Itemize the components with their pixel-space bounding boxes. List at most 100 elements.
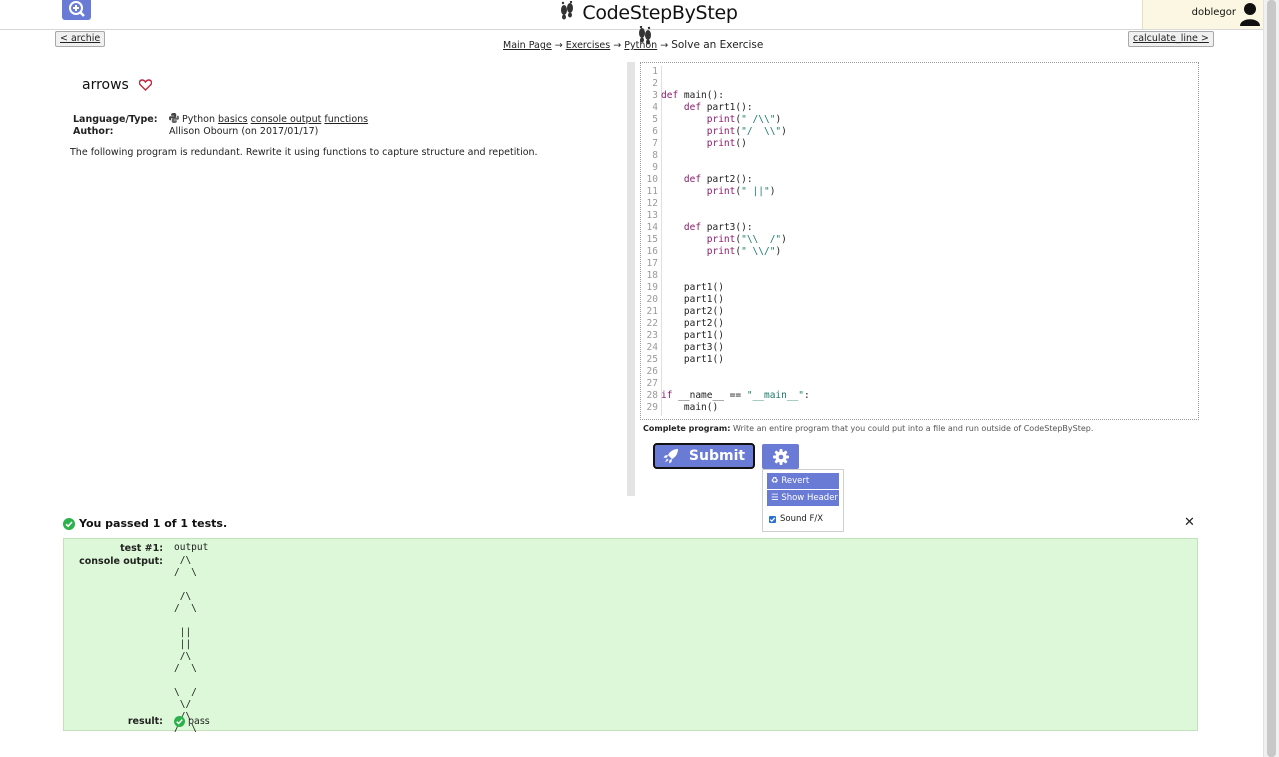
- settings-button[interactable]: [762, 444, 799, 469]
- submit-button[interactable]: Submit: [653, 443, 755, 469]
- footprints-icon: [559, 0, 575, 26]
- code-text[interactable]: part1(): [661, 354, 724, 365]
- code-line[interactable]: 24 part3(): [641, 342, 1198, 354]
- line-number: 1: [652, 66, 658, 77]
- breadcrumb-main-page[interactable]: Main Page: [503, 40, 552, 51]
- code-line[interactable]: 21 part2(): [641, 306, 1198, 318]
- page-scrollbar[interactable]: [1263, 0, 1279, 757]
- breadcrumb-exercises[interactable]: Exercises: [566, 40, 610, 51]
- code-line[interactable]: 6 print("/ \\"): [641, 126, 1198, 138]
- code-line[interactable]: 12: [641, 198, 1198, 210]
- code-text[interactable]: print("\\ /"): [661, 234, 787, 245]
- next-problem-link[interactable]: calculate_line >: [1128, 31, 1214, 47]
- code-line[interactable]: 19 part1(): [641, 282, 1198, 294]
- tag-console-output[interactable]: console output: [251, 114, 322, 125]
- code-text[interactable]: part1(): [661, 282, 724, 293]
- code-line[interactable]: 28 if __name__ == "__main__":: [641, 390, 1198, 402]
- code-text[interactable]: print(" ||"): [661, 186, 776, 197]
- code-text[interactable]: part2(): [661, 306, 724, 317]
- result-summary-text: You passed 1 of 1 tests.: [79, 517, 228, 530]
- rocket-icon: [663, 449, 678, 464]
- code-text[interactable]: print("/ \\"): [661, 126, 787, 137]
- code-line[interactable]: 11 print(" ||"): [641, 186, 1198, 198]
- breadcrumb-current: Solve an Exercise: [671, 39, 764, 51]
- sound-fx-toggle[interactable]: Sound F/X: [769, 514, 823, 524]
- line-number: 7: [652, 138, 658, 149]
- favorite-heart-icon[interactable]: [139, 79, 152, 91]
- code-line[interactable]: 26: [641, 366, 1198, 378]
- code-line[interactable]: 10 def part2():: [641, 174, 1198, 186]
- code-line[interactable]: 5 print(" /\\"): [641, 114, 1198, 126]
- line-number: 27: [646, 378, 658, 389]
- code-line[interactable]: 4 def part1():: [641, 102, 1198, 114]
- settings-menu: ♻ Revert ☰ Show Header Sound F/X: [762, 469, 844, 532]
- site-title[interactable]: CodeStepByStep: [540, 0, 750, 45]
- recycle-icon: ♻: [771, 476, 779, 486]
- code-text[interactable]: print(" /\\"): [661, 114, 781, 125]
- line-number: 3: [652, 90, 658, 101]
- program-type-note: Complete program: Write an entire progra…: [643, 424, 1093, 433]
- breadcrumb-separator: →: [660, 40, 669, 51]
- sound-fx-checkbox[interactable]: [769, 515, 776, 523]
- code-line[interactable]: 22 part2(): [641, 318, 1198, 330]
- line-number: 24: [646, 342, 658, 353]
- code-line[interactable]: 18: [641, 270, 1198, 282]
- code-text[interactable]: print(" \\/"): [661, 246, 781, 257]
- code-line[interactable]: 9: [641, 162, 1198, 174]
- code-line[interactable]: 23 part1(): [641, 330, 1198, 342]
- line-number: 20: [646, 294, 658, 305]
- code-line[interactable]: 15 print("\\ /"): [641, 234, 1198, 246]
- submit-label: Submit: [688, 448, 746, 464]
- editor-resize-bar[interactable]: [627, 62, 635, 496]
- tag-functions[interactable]: functions: [324, 114, 368, 125]
- revert-label: Revert: [781, 476, 810, 486]
- code-text[interactable]: if __name__ == "__main__":: [661, 390, 810, 401]
- code-line[interactable]: 1: [641, 66, 1198, 78]
- breadcrumb-python[interactable]: Python: [624, 40, 657, 51]
- author-label: Author:: [73, 126, 114, 137]
- code-editor[interactable]: 1 2 3 def main(): 4 def part1(): 5 print(" /\…: [640, 62, 1199, 420]
- code-line[interactable]: 20 part1(): [641, 294, 1198, 306]
- line-number: 16: [646, 246, 658, 257]
- code-lines[interactable]: 1 2 3 def main(): 4 def part1(): 5 print(" /\…: [641, 66, 1198, 414]
- code-line[interactable]: 3 def main():: [641, 90, 1198, 102]
- code-line[interactable]: 7 print(): [641, 138, 1198, 150]
- code-line[interactable]: 25 part1(): [641, 354, 1198, 366]
- site-header: CodeStepByStep doblegor: [0, 0, 1264, 45]
- code-text[interactable]: def part1():: [661, 102, 753, 113]
- code-text[interactable]: main(): [661, 402, 718, 413]
- code-text[interactable]: part3(): [661, 342, 724, 353]
- code-line[interactable]: 17: [641, 258, 1198, 270]
- code-line[interactable]: 8: [641, 150, 1198, 162]
- code-text[interactable]: def main():: [661, 90, 724, 101]
- zoom-button[interactable]: [62, 0, 91, 20]
- code-text[interactable]: part2(): [661, 318, 724, 329]
- close-results-button[interactable]: ✕: [1184, 515, 1195, 530]
- code-line[interactable]: 27: [641, 378, 1198, 390]
- code-line[interactable]: 2: [641, 78, 1198, 90]
- line-number: 5: [652, 114, 658, 125]
- line-number: 8: [652, 150, 658, 161]
- scrollbar-thumb[interactable]: [1267, 0, 1276, 757]
- code-text[interactable]: def part2():: [661, 174, 753, 185]
- code-text[interactable]: print(): [661, 138, 747, 149]
- code-text[interactable]: def part3():: [661, 222, 753, 233]
- code-line[interactable]: 14 def part3():: [641, 222, 1198, 234]
- language-value: Python basics console output functions: [169, 113, 368, 125]
- language-label: Language/Type:: [73, 114, 158, 125]
- line-number: 17: [646, 258, 658, 269]
- show-header-menu-item[interactable]: ☰ Show Header: [767, 490, 839, 506]
- code-line[interactable]: 29 main(): [641, 402, 1198, 414]
- code-text[interactable]: part1(): [661, 294, 724, 305]
- code-line[interactable]: 13: [641, 210, 1198, 222]
- previous-problem-link[interactable]: < archie: [55, 31, 106, 47]
- revert-menu-item[interactable]: ♻ Revert: [767, 473, 839, 489]
- check-circle-icon: [63, 517, 75, 530]
- line-number: 15: [646, 234, 658, 245]
- program-type-label: Complete program:: [643, 424, 731, 433]
- line-number: 14: [646, 222, 658, 233]
- user-menu[interactable]: doblegor: [1142, 0, 1264, 29]
- code-line[interactable]: 16 print(" \\/"): [641, 246, 1198, 258]
- tag-basics[interactable]: basics: [218, 114, 248, 125]
- code-text[interactable]: part1(): [661, 330, 724, 341]
